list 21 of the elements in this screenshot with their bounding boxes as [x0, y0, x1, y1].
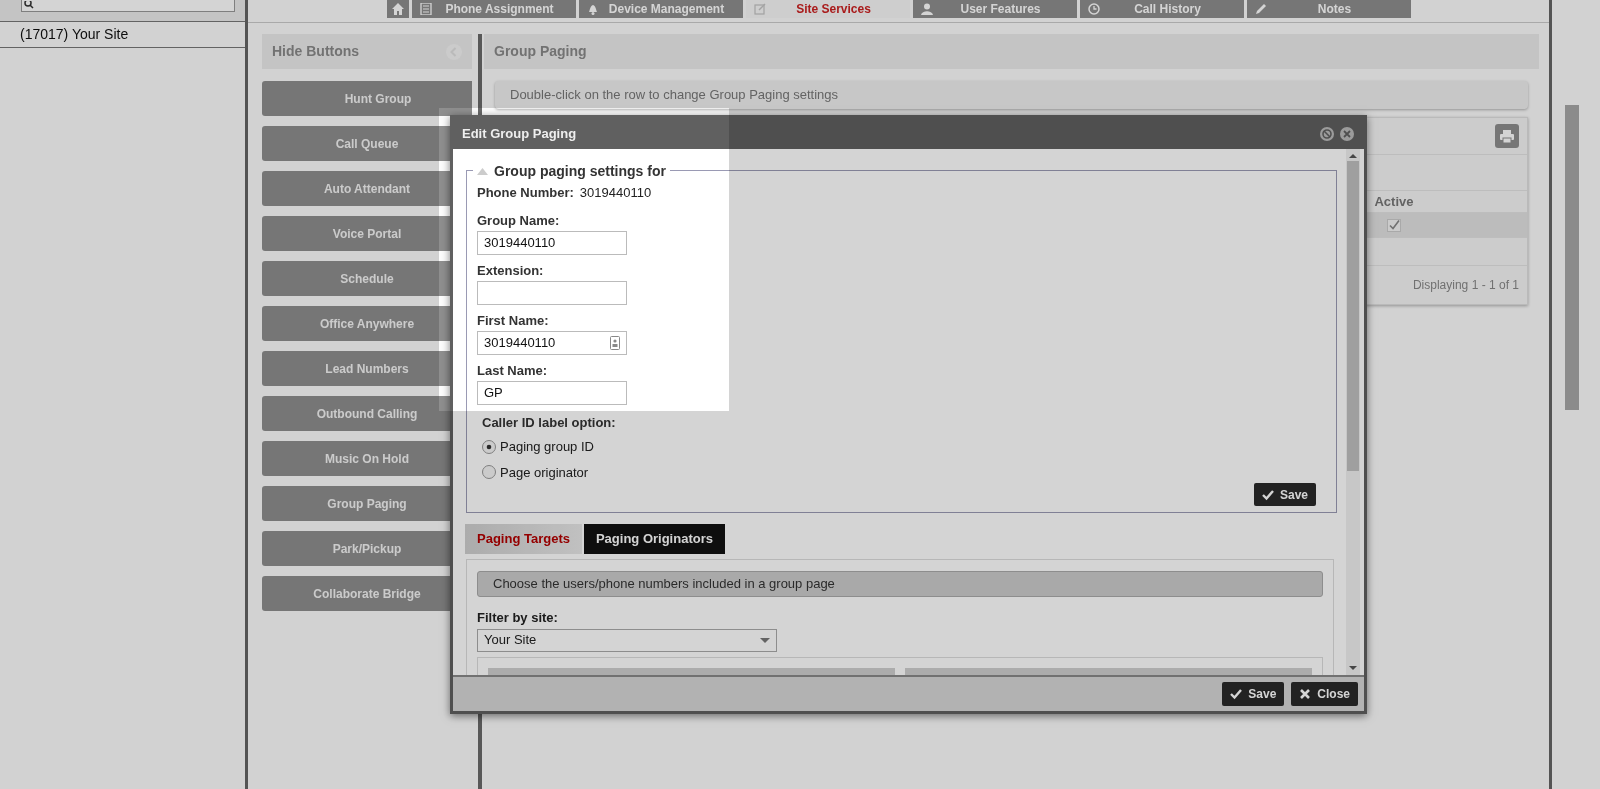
text-field[interactable]: 3019440110	[477, 230, 627, 255]
text-field[interactable]	[477, 280, 627, 305]
field-label: Last Name:	[477, 362, 549, 379]
contact-card-icon	[610, 335, 620, 350]
field-label: Phone Number:	[477, 184, 574, 202]
field-value: 3019440110	[579, 184, 652, 202]
option-label: Paging group ID	[500, 438, 594, 456]
content-title: Group Paging	[494, 42, 587, 61]
paging-info: Displaying 1 - 1 of 1	[1412, 277, 1519, 294]
dialog-title: Edit Group Paging	[462, 124, 577, 143]
field-label: First Name:	[477, 312, 550, 329]
field-label: Extension:	[477, 262, 545, 279]
field-label: Group Name:	[477, 212, 561, 229]
text-field[interactable]: 3019440110	[477, 330, 627, 355]
field-label: Filter by site:	[477, 609, 559, 627]
text-field[interactable]: GP	[477, 380, 627, 405]
fieldset-legend: Group paging settings for	[494, 161, 666, 182]
option-label: Page originator	[500, 463, 589, 482]
sidebar-title: Hide Buttons	[272, 42, 360, 61]
field-label: Caller ID label option:	[482, 413, 617, 432]
collapse-icon[interactable]	[477, 168, 488, 175]
